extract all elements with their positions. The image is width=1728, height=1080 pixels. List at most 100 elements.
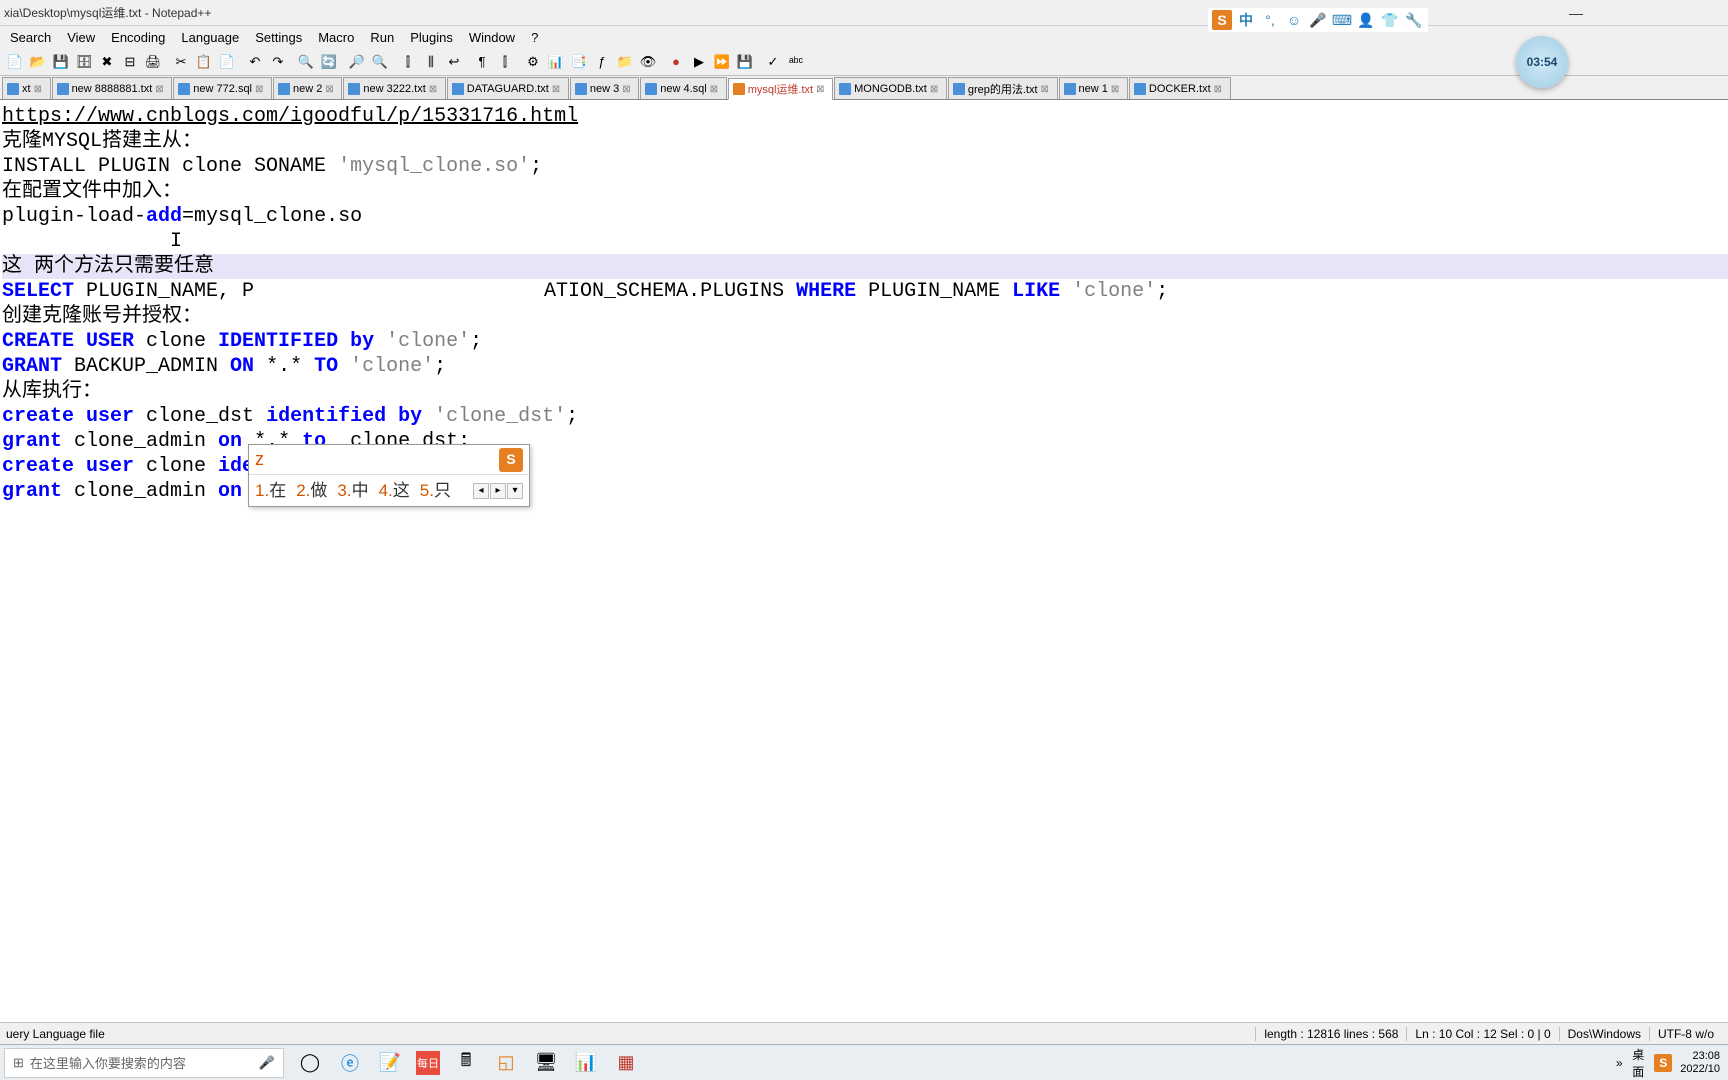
spellcheck-on-icon[interactable]: ᵃᵇᶜ [785,51,807,73]
ime-voice-icon[interactable]: 🎤 [1308,10,1328,30]
ime-candidate-popup[interactable]: z S 1.在 2.做 3.中 4.这 5.只 ◂ ▸ ▾ [248,444,530,507]
ime-skin-icon[interactable]: 👕 [1380,10,1400,30]
ime-candidate-2[interactable]: 2.做 [296,478,327,503]
tab-close-icon[interactable]: ⊠ [325,84,335,94]
ime-next-icon[interactable]: ▸ [490,483,506,499]
menu-macro[interactable]: Macro [310,28,362,47]
monitor-icon[interactable]: 👁 [637,51,659,73]
tab-file-12[interactable]: DOCKER.txt⊠ [1129,77,1231,99]
minimize-button[interactable]: — [1556,3,1596,23]
tab-file-9[interactable]: MONGODB.txt⊠ [834,77,947,99]
indent-guide-icon[interactable]: ⫿ [494,51,516,73]
print-icon[interactable]: 🖨 [142,51,164,73]
replace-icon[interactable]: 🔄 [318,51,340,73]
tab-file-6[interactable]: new 3⊠ [570,77,639,99]
menu-view[interactable]: View [59,28,103,47]
tab-file-2[interactable]: new 772.sql⊠ [173,77,272,99]
redo-icon[interactable]: ↷ [267,51,289,73]
ime-language-icon[interactable]: 中 [1236,10,1256,30]
play-multi-icon[interactable]: ⏩ [711,51,733,73]
menu-help[interactable]: ? [523,28,546,47]
taskbar-clock[interactable]: 23:08 2022/10 [1676,1050,1724,1076]
ime-tool-icon[interactable]: 🔧 [1404,10,1424,30]
menu-search[interactable]: Search [2,28,59,47]
wrap-icon[interactable]: ↩ [443,51,465,73]
tab-close-icon[interactable]: ⊠ [552,84,562,94]
tab-close-icon[interactable]: ⊠ [1041,84,1051,94]
tab-close-icon[interactable]: ⊠ [1111,84,1121,94]
maximize-button[interactable] [1616,3,1656,23]
undo-icon[interactable]: ↶ [244,51,266,73]
ime-punct-icon[interactable]: °, [1260,10,1280,30]
show-all-icon[interactable]: ¶ [471,51,493,73]
tab-close-icon[interactable]: ⊠ [816,84,826,94]
taskbar-notepadpp-icon[interactable]: 📝 [376,1049,404,1077]
spellcheck-icon[interactable]: ✓ [762,51,784,73]
tab-close-icon[interactable]: ⊠ [255,84,265,94]
ime-user-icon[interactable]: 👤 [1356,10,1376,30]
sogou-icon[interactable]: S [1212,10,1232,30]
save-icon[interactable]: 💾 [50,51,72,73]
ime-expand-icon[interactable]: ▾ [507,483,523,499]
close-all-icon[interactable]: ⊟ [119,51,141,73]
menu-encoding[interactable]: Encoding [103,28,173,47]
new-file-icon[interactable]: 📄 [4,51,26,73]
zoom-in-icon[interactable]: 🔎 [346,51,368,73]
copy-icon[interactable]: 📋 [193,51,215,73]
ime-candidate-1[interactable]: 1.在 [255,478,286,503]
tab-close-icon[interactable]: ⊠ [429,84,439,94]
menu-plugins[interactable]: Plugins [402,28,461,47]
tray-expand-icon[interactable]: » [1610,1054,1628,1072]
menu-settings[interactable]: Settings [247,28,310,47]
tab-file-active[interactable]: mysql运维.txt⊠ [728,78,833,100]
tab-file-3[interactable]: new 2⊠ [273,77,342,99]
ud-lang-icon[interactable]: ⚙ [522,51,544,73]
find-icon[interactable]: 🔍 [295,51,317,73]
ime-prev-icon[interactable]: ◂ [473,483,489,499]
menu-run[interactable]: Run [362,28,402,47]
taskbar-app5-icon[interactable]: ▦ [612,1049,640,1077]
editor-area[interactable]: https://www.cnblogs.com/igoodful/p/15331… [0,100,1728,810]
taskbar-app3-icon[interactable]: 🖥 [532,1049,560,1077]
mic-icon[interactable]: 🎤 [259,1055,275,1071]
taskbar-edge-icon[interactable]: ⓔ [336,1049,364,1077]
tab-close-icon[interactable]: ⊠ [930,84,940,94]
ime-candidate-5[interactable]: 5.只 [420,478,451,503]
ime-candidate-4[interactable]: 4.这 [379,478,410,503]
tray-desktop-label[interactable]: 桌面 [1632,1054,1650,1072]
taskbar-app4-icon[interactable]: 📊 [572,1049,600,1077]
tab-file-7[interactable]: new 4.sql⊠ [640,77,726,99]
editor-url[interactable]: https://www.cnblogs.com/igoodful/p/15331… [2,105,578,128]
tab-file-10[interactable]: grep的用法.txt⊠ [948,77,1058,99]
zoom-out-icon[interactable]: 🔍 [369,51,391,73]
tab-close-icon[interactable]: ⊠ [34,84,44,94]
close-button[interactable] [1676,3,1716,23]
ime-emoji-icon[interactable]: ☺ [1284,10,1304,30]
doc-map-icon[interactable]: 📊 [545,51,567,73]
taskbar-app2-icon[interactable]: ◱ [492,1049,520,1077]
tab-close-icon[interactable]: ⊠ [155,84,165,94]
taskbar-app-icon[interactable]: 每日 [416,1051,440,1075]
record-icon[interactable]: ● [665,51,687,73]
doc-list-icon[interactable]: 📑 [568,51,590,73]
menu-window[interactable]: Window [461,28,523,47]
play-icon[interactable]: ▶ [688,51,710,73]
taskbar-calc-icon[interactable]: 🖩 [452,1049,480,1077]
func-list-icon[interactable]: ƒ [591,51,613,73]
tab-file-4[interactable]: new 3222.txt⊠ [343,77,445,99]
tab-close-icon[interactable]: ⊠ [710,84,720,94]
ime-keyboard-icon[interactable]: ⌨ [1332,10,1352,30]
tab-file-11[interactable]: new 1⊠ [1059,77,1128,99]
open-file-icon[interactable]: 📂 [27,51,49,73]
menu-language[interactable]: Language [173,28,247,47]
ime-candidate-3[interactable]: 3.中 [337,478,368,503]
paste-icon[interactable]: 📄 [216,51,238,73]
tray-sogou-icon[interactable]: S [1654,1054,1672,1072]
sync-h-icon[interactable]: ⫼ [420,51,442,73]
folder-view-icon[interactable]: 📁 [614,51,636,73]
close-file-icon[interactable]: ✖ [96,51,118,73]
sync-v-icon[interactable]: ⫿ [397,51,419,73]
taskbar-search[interactable]: ⊞ 在这里输入你要搜索的内容 🎤 [4,1048,284,1078]
cut-icon[interactable]: ✂ [170,51,192,73]
tab-file-0[interactable]: xt⊠ [2,77,51,99]
